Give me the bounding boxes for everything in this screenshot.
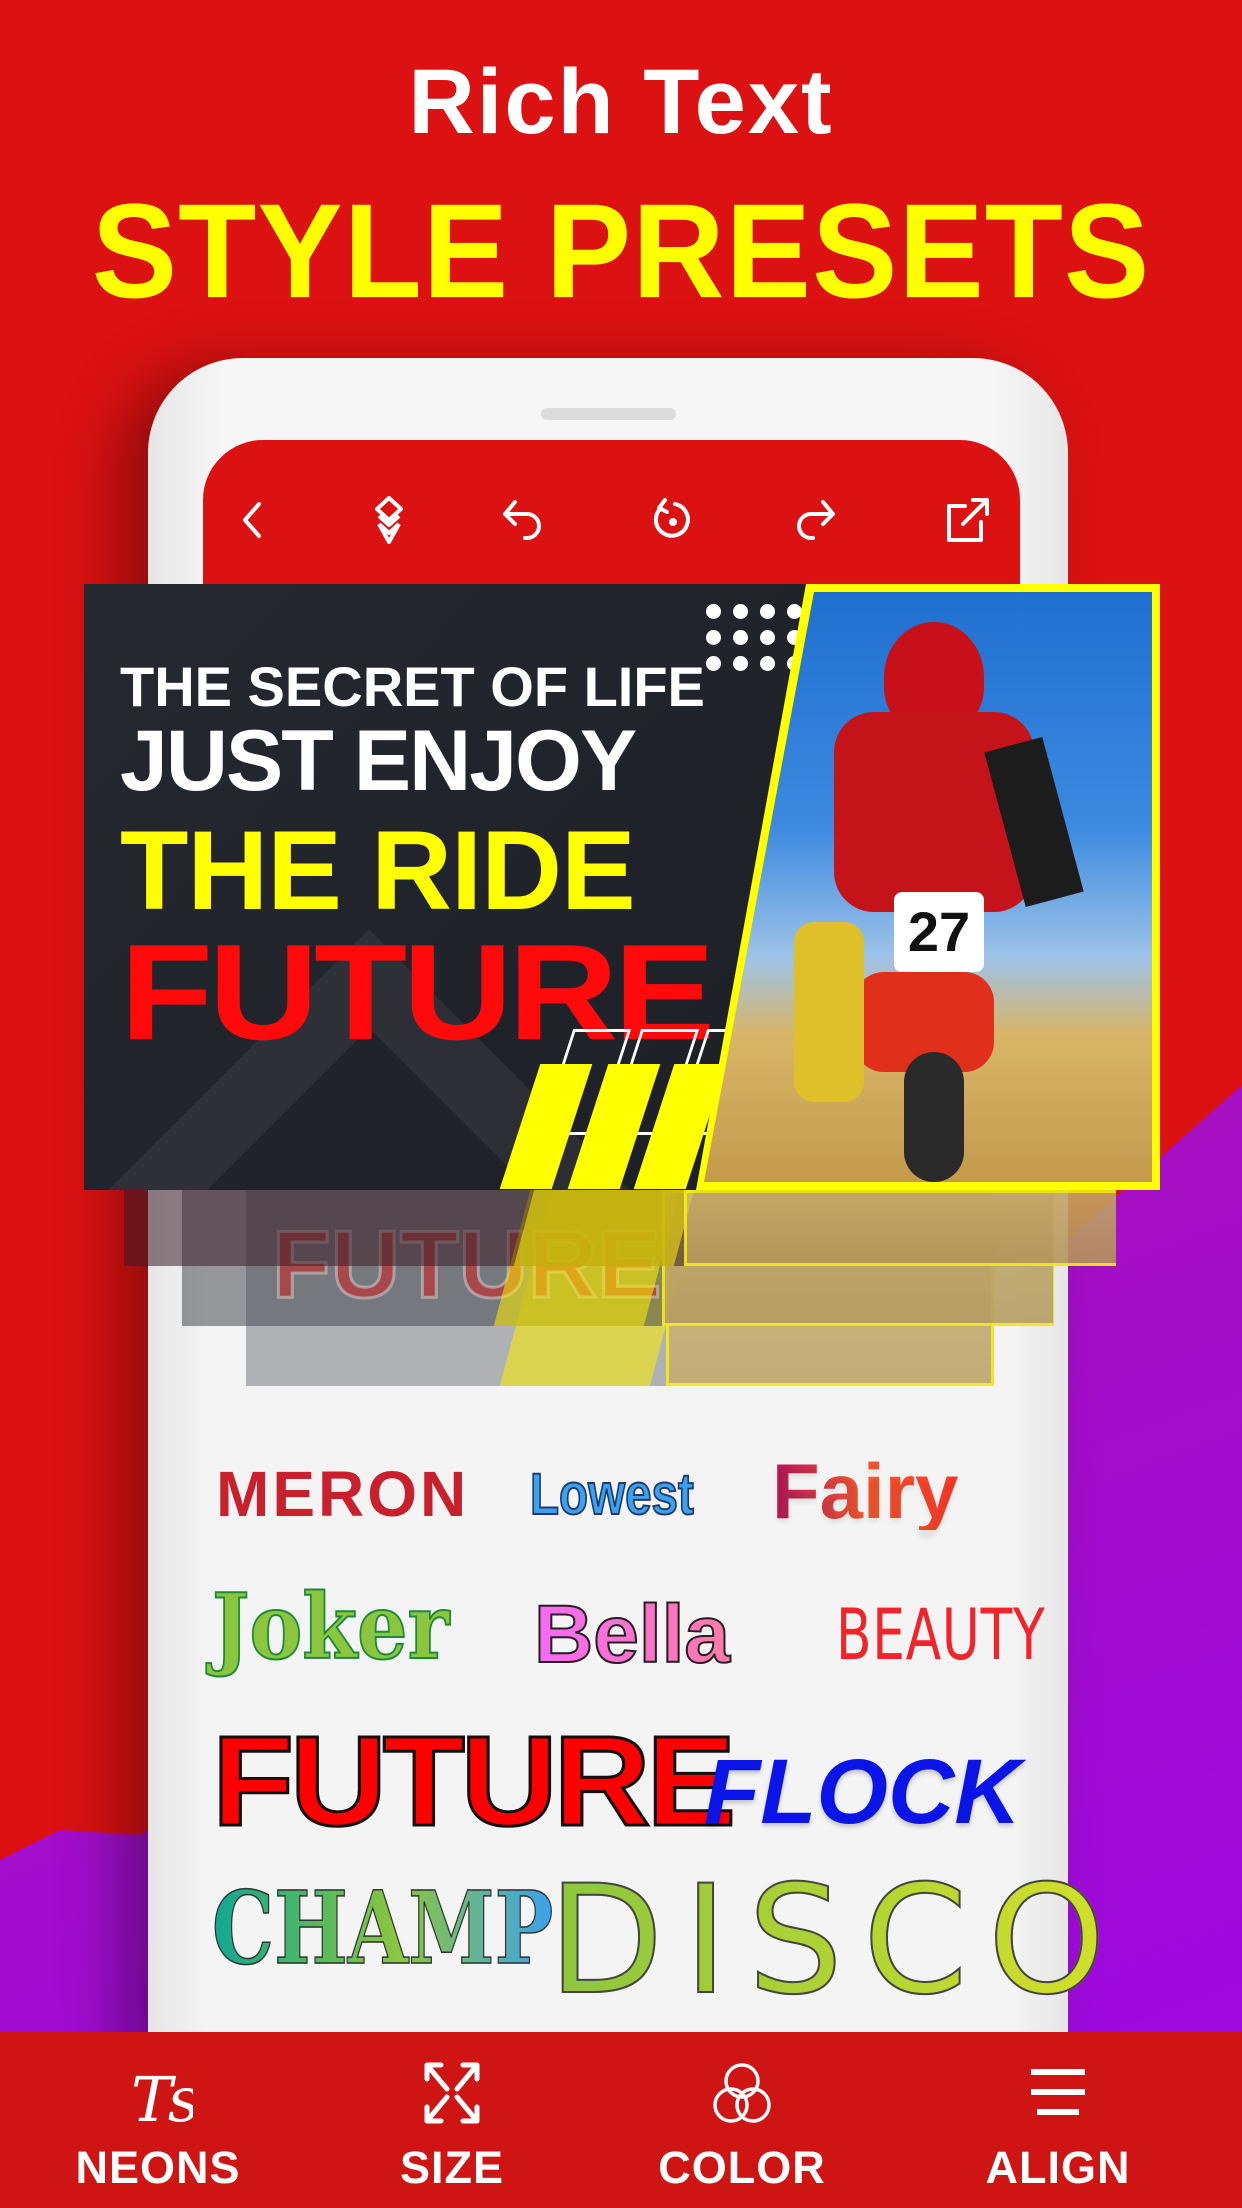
color-circles-icon — [713, 2063, 771, 2123]
font-style-icon: Ts — [131, 2063, 193, 2133]
export-button[interactable] — [937, 490, 997, 550]
align-label: ALIGN — [985, 2142, 1131, 2193]
undo-icon — [503, 500, 541, 540]
preset-fairy[interactable]: Fairy — [772, 1452, 958, 1530]
headline-style-presets: STYLE PRESETS — [91, 176, 1151, 327]
size-label: SIZE — [399, 2142, 505, 2193]
headline-rich-text: Rich Text — [408, 51, 834, 153]
color-label: COLOR — [658, 2142, 826, 2193]
align-button[interactable]: ALIGN — [938, 2048, 1178, 2194]
color-button[interactable]: COLOR — [622, 2048, 862, 2194]
resize-icon — [424, 2062, 480, 2124]
preset-flock[interactable]: FLOCK — [704, 1746, 1021, 1838]
preset-future[interactable]: FUTURE — [210, 1716, 737, 1847]
photo-frame[interactable]: 27 — [696, 584, 1160, 1190]
redo-button[interactable] — [785, 490, 845, 550]
chevron-left-icon — [243, 502, 261, 538]
motocross-photo: 27 — [704, 592, 1152, 1182]
preset-meron[interactable]: MERON — [216, 1462, 469, 1526]
preset-disco[interactable]: DISCO — [547, 1865, 1126, 2017]
align-icon — [1031, 2069, 1085, 2115]
banner-text-line-1[interactable]: THE SECRET OF LIFE — [120, 654, 705, 719]
back-button[interactable] — [223, 490, 283, 550]
template-banner[interactable]: THE SECRET OF LIFE JUST ENJOY THE RIDE F… — [84, 584, 1160, 1190]
race-number: 27 — [894, 892, 984, 972]
layers-button[interactable] — [359, 490, 419, 550]
size-button[interactable]: SIZE — [332, 2048, 572, 2194]
preset-champ[interactable]: CHAMP — [211, 1877, 553, 1979]
export-icon — [947, 498, 989, 542]
reset-icon — [653, 498, 690, 538]
banner-text-line-2[interactable]: JUST ENJOY — [120, 712, 637, 811]
reset-button[interactable] — [643, 490, 703, 550]
phone-speaker — [541, 408, 676, 420]
ghost-layer-1 — [124, 1190, 1116, 1266]
preset-joker[interactable]: Joker — [211, 1581, 450, 1673]
preset-bella[interactable]: Bella — [533, 1593, 731, 1677]
redo-icon — [797, 500, 835, 540]
preset-beauty[interactable]: BEAUTY — [836, 1600, 1045, 1670]
bike-wheel — [904, 1052, 964, 1182]
bottom-toolbar: Ts NEONS SIZE COLOR ALIGN — [0, 2032, 1242, 2208]
undo-button[interactable] — [493, 490, 553, 550]
rider-leg — [794, 922, 864, 1102]
layers-icon — [375, 496, 403, 544]
svg-text:Ts: Ts — [131, 2063, 193, 2133]
neons-label: NEONS — [75, 2142, 241, 2193]
neons-button[interactable]: Ts NEONS — [38, 2048, 278, 2194]
preset-lowest[interactable]: Lowest — [529, 1465, 694, 1525]
